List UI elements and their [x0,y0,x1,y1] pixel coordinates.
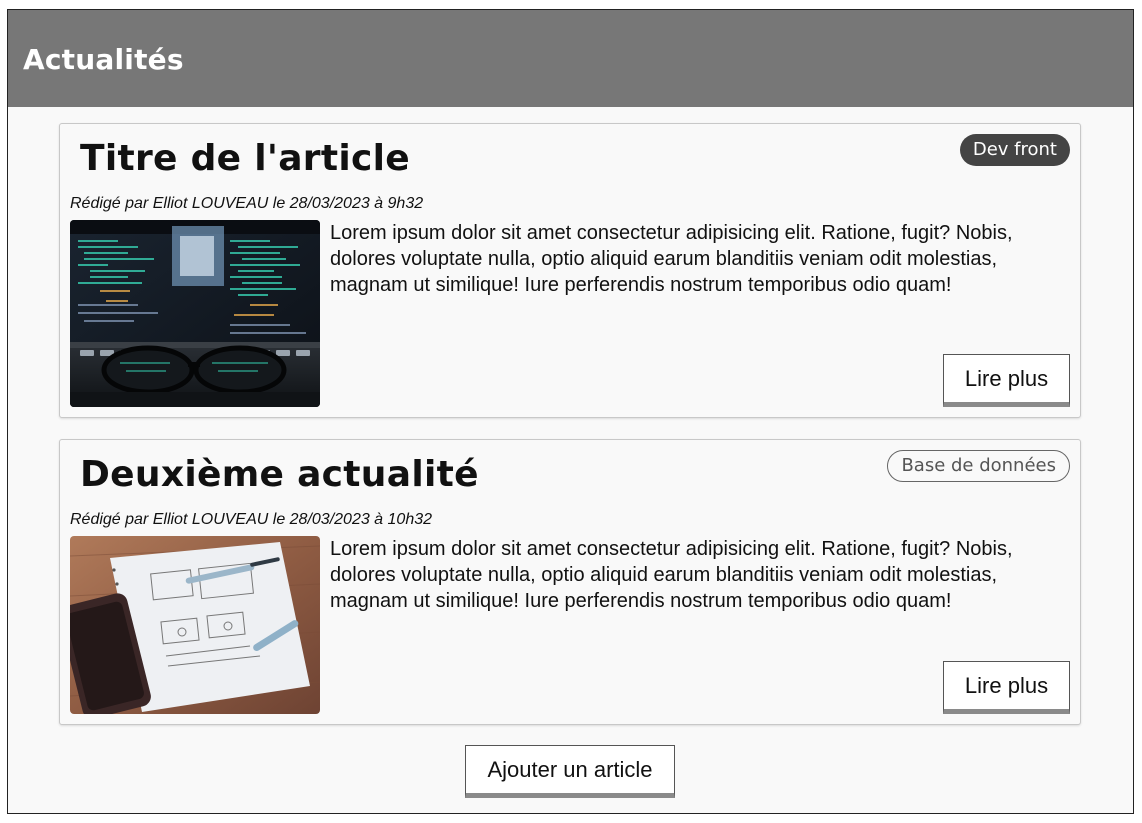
category-tag: Base de données [887,450,1070,482]
page-frame: Actualités Titre de l'article Dev front … [7,9,1134,814]
add-article-button[interactable]: Ajouter un article [465,745,675,798]
code-screen-photo [70,220,320,407]
category-tag: Dev front [959,134,1070,166]
article-byline: Rédigé par Elliot LOUVEAU le 28/03/2023 … [70,195,424,212]
article-byline: Rédigé par Elliot LOUVEAU le 28/03/2023 … [70,511,433,528]
wireframe-notebook-photo [70,536,320,714]
read-more-button[interactable]: Lire plus [943,354,1070,407]
article-card: Deuxième actualité Base de données Rédig… [59,439,1081,725]
article-excerpt: Lorem ipsum dolor sit amet consectetur a… [330,538,1013,612]
article-title: Titre de l'article [80,138,410,179]
read-more-button[interactable]: Lire plus [943,661,1070,714]
article-card: Titre de l'article Dev front Rédigé par … [59,123,1081,418]
article-image [70,536,320,714]
article-title: Deuxième actualité [80,454,479,495]
page-title: Actualités [23,43,184,76]
page-header: Actualités [8,10,1133,107]
article-excerpt: Lorem ipsum dolor sit amet consectetur a… [330,222,1013,296]
article-image [70,220,320,407]
